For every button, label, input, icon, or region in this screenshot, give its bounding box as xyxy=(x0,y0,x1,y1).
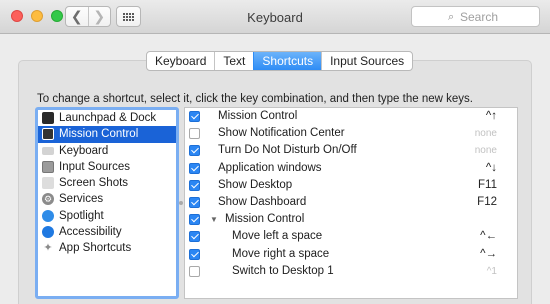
category-item[interactable]: Screen Shots xyxy=(38,175,176,191)
shortcut-row[interactable]: Mission Control ^↑ xyxy=(185,108,517,125)
shortcut-checkbox[interactable] xyxy=(189,214,200,226)
shortcut-row[interactable]: Show Dashboard F12 xyxy=(185,194,517,211)
tab-keyboard[interactable]: Keyboard xyxy=(147,52,214,70)
category-label: App Shortcuts xyxy=(59,242,132,255)
shortcut-key[interactable]: ^↓ xyxy=(486,160,497,177)
title-bar: ❮ ❯ Keyboard ⌕ Search xyxy=(0,0,550,34)
launchpad-dock-icon xyxy=(42,112,54,124)
category-label: Accessibility xyxy=(59,226,122,239)
shortcut-checkbox[interactable] xyxy=(189,111,200,122)
shortcut-checkbox[interactable] xyxy=(189,231,200,243)
shortcut-key[interactable]: ^→ xyxy=(480,246,497,263)
shortcut-label: Show Notification Center xyxy=(218,127,345,140)
shortcut-row[interactable]: Switch to Desktop 1 ^1 xyxy=(185,263,517,280)
category-label: Mission Control xyxy=(59,128,139,141)
shortcut-group-row[interactable]: ▼ Mission Control xyxy=(185,211,517,228)
category-item[interactable]: ✦ App Shortcuts xyxy=(38,240,176,256)
shortcut-label: Application windows xyxy=(218,161,322,174)
category-label: Spotlight xyxy=(59,209,104,222)
category-item[interactable]: Input Sources xyxy=(38,159,176,175)
search-icon: ⌕ xyxy=(448,11,455,23)
category-label: Services xyxy=(59,193,104,206)
shortcut-row[interactable]: Show Notification Center none xyxy=(185,125,517,142)
mission-control-icon xyxy=(42,128,54,141)
shortcut-key[interactable]: F11 xyxy=(478,177,497,194)
category-item[interactable]: Keyboard xyxy=(38,143,176,159)
category-item[interactable]: Spotlight xyxy=(38,208,176,224)
keyboard-icon xyxy=(42,146,54,155)
shortcut-key[interactable]: ^1 xyxy=(487,263,497,280)
shortcut-row[interactable]: Show Desktop F11 xyxy=(185,177,517,194)
shortcut-key[interactable]: none xyxy=(475,142,497,159)
splitter-handle[interactable] xyxy=(179,201,183,205)
category-item[interactable]: Accessibility xyxy=(38,224,176,240)
shortcut-label: Turn Do Not Disturb On/Off xyxy=(218,144,357,157)
shortcut-label: Move left a space xyxy=(232,230,323,243)
shortcut-checkbox[interactable] xyxy=(189,265,200,277)
shortcut-row[interactable]: Move left a space ^← xyxy=(185,228,517,245)
category-item[interactable]: Mission Control xyxy=(38,126,176,143)
shortcut-row[interactable]: Turn Do Not Disturb On/Off none xyxy=(185,142,517,159)
tab-shortcuts[interactable]: Shortcuts xyxy=(253,52,322,70)
shortcut-checkbox[interactable] xyxy=(189,145,200,157)
shortcut-label: Mission Control xyxy=(218,110,298,122)
category-list[interactable]: Launchpad & Dock Mission Control Keyboard I… xyxy=(35,107,179,299)
search-input[interactable]: ⌕ Search xyxy=(411,6,540,27)
disclosure-triangle-icon[interactable]: ▼ xyxy=(210,211,218,228)
shortcut-key[interactable]: ^↑ xyxy=(486,108,497,125)
accessibility-icon xyxy=(42,226,54,239)
shortcut-key[interactable]: F12 xyxy=(477,194,497,211)
tab-text[interactable]: Text xyxy=(214,52,253,70)
shortcut-row[interactable]: Move right a space ^→ xyxy=(185,246,517,263)
tab-input-sources[interactable]: Input Sources xyxy=(321,52,412,70)
app-shortcuts-icon: ✦ xyxy=(43,242,53,255)
shortcut-checkbox[interactable] xyxy=(189,196,200,208)
input-sources-icon xyxy=(42,160,54,173)
services-icon: ⚙ xyxy=(42,193,54,206)
shortcut-label: Move right a space xyxy=(232,247,330,260)
spotlight-icon xyxy=(42,209,54,222)
shortcut-checkbox[interactable] xyxy=(189,162,200,174)
category-label: Keyboard xyxy=(59,144,109,157)
shortcut-label: Switch to Desktop 1 xyxy=(232,264,334,277)
shortcut-label: Show Desktop xyxy=(218,178,293,191)
shortcut-label: Mission Control xyxy=(225,213,305,226)
screen-shots-icon xyxy=(42,177,54,190)
category-label: Input Sources xyxy=(59,160,130,173)
category-label: Launchpad & Dock xyxy=(59,112,157,124)
shortcut-checkbox[interactable] xyxy=(189,179,200,191)
shortcut-label: Show Dashboard xyxy=(218,195,307,208)
shortcut-list[interactable]: Mission Control ^↑ Show Notification Cente… xyxy=(184,107,518,299)
category-label: Screen Shots xyxy=(59,177,129,190)
shortcut-checkbox[interactable] xyxy=(189,128,200,140)
shortcut-key[interactable]: none xyxy=(475,125,497,142)
tab-bar: Keyboard Text Shortcuts Input Sources xyxy=(146,51,414,71)
shortcut-key[interactable]: ^← xyxy=(480,228,497,245)
category-item[interactable]: Launchpad & Dock xyxy=(38,110,176,126)
search-placeholder: Search xyxy=(460,9,499,24)
shortcut-row[interactable]: Application windows ^↓ xyxy=(185,160,517,177)
shortcut-checkbox[interactable] xyxy=(189,248,200,260)
instructions-text: To change a shortcut, select it, click t… xyxy=(37,93,473,105)
category-item[interactable]: ⚙ Services xyxy=(38,191,176,207)
